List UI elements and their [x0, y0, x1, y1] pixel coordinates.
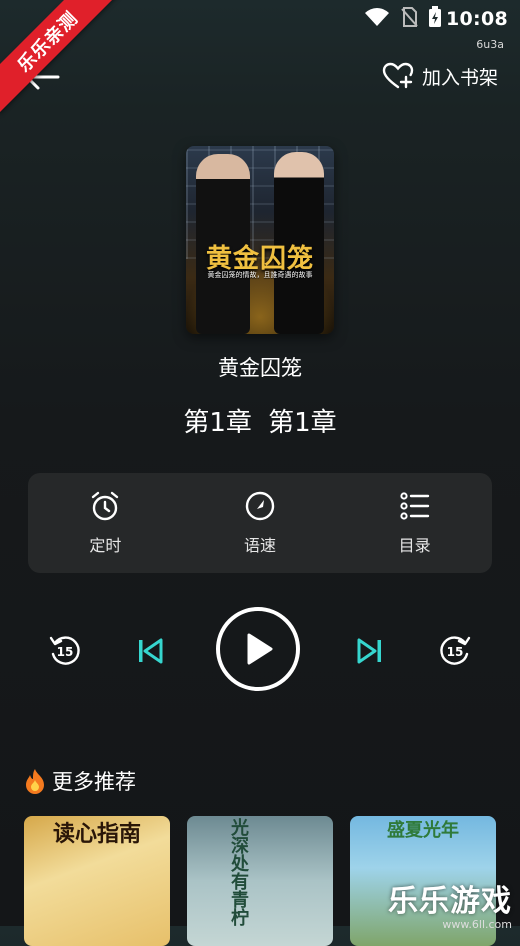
add-to-shelf-label: 加入书架 — [421, 66, 498, 89]
forward-15-icon: 15 — [440, 636, 471, 665]
book-cover: 黄金囚笼 黄金囚笼的情故，且誰奇遇的故事 — [186, 146, 334, 334]
recommend-book-2[interactable]: 光深处有青柠 — [187, 816, 333, 946]
alarm-clock-icon — [92, 491, 119, 521]
heart-plus-icon — [382, 62, 414, 89]
list-icon — [400, 492, 429, 520]
timer-button[interactable]: 定时 — [28, 473, 183, 573]
watermark-brand-text: 乐乐游戏 — [388, 884, 512, 919]
previous-chapter-button[interactable] — [136, 637, 164, 665]
status-time: 10:08 — [446, 8, 508, 30]
next-chapter-button[interactable] — [356, 637, 384, 665]
battery-charging-icon — [429, 6, 441, 27]
speed-button[interactable]: 语速 — [183, 473, 338, 573]
watermark-ribbon: 乐乐亲测 — [0, 0, 120, 114]
status-sub-label: 6u3a — [476, 38, 504, 51]
recommend-book-1-title: 读心指南 — [52, 821, 141, 847]
watermark-brand: 乐乐游戏 www.6ll.com — [388, 876, 512, 931]
timer-label: 定时 — [89, 536, 122, 555]
control-panel: 定时 语速 目录 — [28, 473, 492, 573]
status-icons — [364, 6, 442, 28]
no-sim-icon — [401, 7, 418, 27]
wifi-icon — [365, 8, 389, 26]
cover-subtitle: 黄金囚笼的情故，且誰奇遇的故事 — [207, 271, 313, 279]
book-title: 黄金囚笼 — [218, 356, 302, 380]
recommend-title: 更多推荐 — [52, 770, 136, 794]
fire-icon — [26, 769, 44, 794]
skip-previous-icon — [139, 638, 163, 664]
toc-label: 目录 — [398, 536, 431, 555]
svg-text:15: 15 — [447, 645, 464, 659]
speedometer-icon — [245, 491, 275, 521]
play-icon — [247, 633, 273, 665]
recommend-book-2-title: 光深处有青柠 — [228, 818, 249, 926]
play-button[interactable] — [216, 607, 300, 691]
forward-15-button[interactable]: 15 — [438, 634, 472, 668]
add-to-shelf-button[interactable]: 加入书架 — [382, 62, 498, 90]
toc-button[interactable]: 目录 — [337, 473, 492, 573]
speed-label: 语速 — [244, 536, 277, 555]
svg-text:15: 15 — [57, 645, 74, 659]
rewind-15-icon: 15 — [49, 636, 80, 665]
recommend-book-3-title: 盛夏光年 — [387, 820, 459, 841]
skip-next-icon — [357, 638, 381, 664]
recommend-book-1[interactable]: 读心指南 — [24, 816, 170, 946]
rewind-15-button[interactable]: 15 — [48, 634, 82, 668]
chapter-title: 第1章 第1章 — [183, 408, 337, 438]
recommend-header: 更多推荐 — [24, 766, 136, 796]
